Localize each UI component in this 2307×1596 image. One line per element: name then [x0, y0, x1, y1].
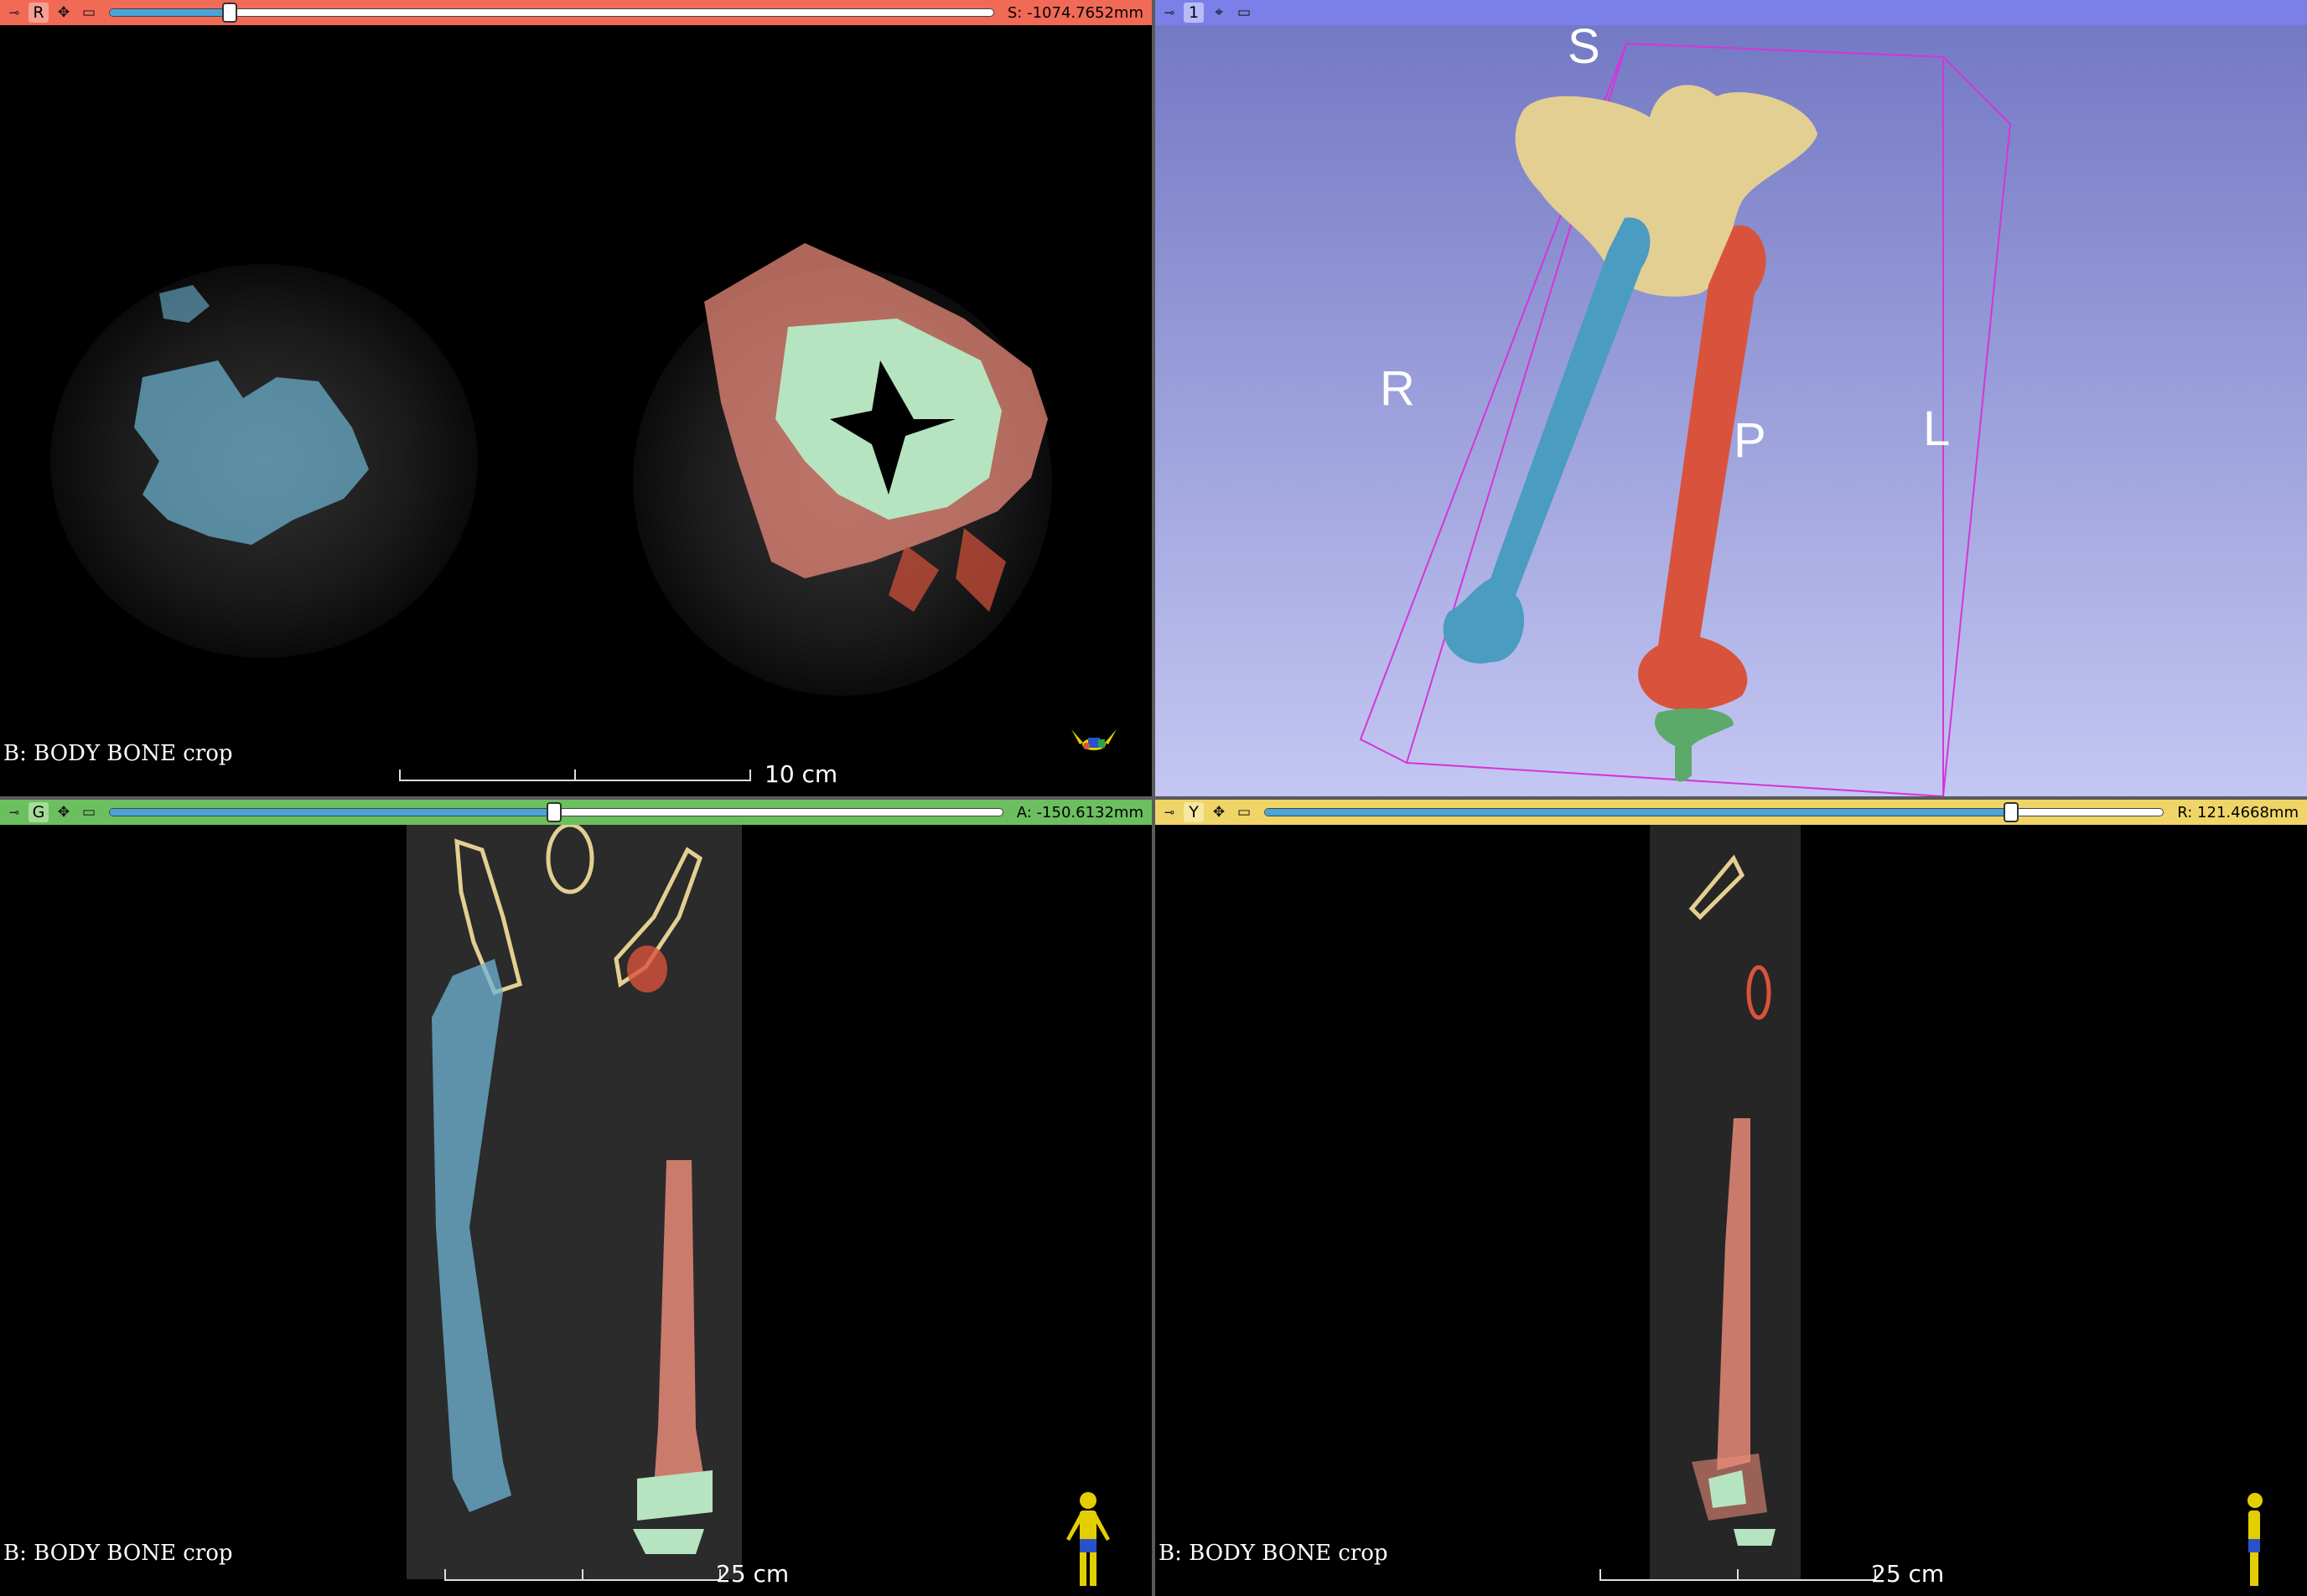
orientation-marker-icon — [1071, 729, 1117, 750]
left-femoral-head-segment — [627, 946, 667, 992]
link-icon[interactable]: ✥ — [1209, 802, 1229, 822]
pin-icon[interactable]: ⊸ — [1160, 3, 1179, 22]
slice-offset-readout: A: -150.6132mm — [1016, 803, 1143, 821]
maximize-view-icon[interactable]: ▭ — [1234, 802, 1254, 822]
red-slice-view[interactable]: ⊸ R ✥ ▭ S: -1074.7652mm B: BODY BONE cro… — [0, 0, 1152, 796]
view-letter[interactable]: Y — [1184, 802, 1204, 822]
scale-bar-tick — [749, 770, 751, 781]
left-tibia-segment — [633, 1529, 704, 1554]
slider-fill — [110, 809, 555, 816]
sagittal-slice-image — [1650, 825, 1801, 1579]
maximize-view-icon[interactable]: ▭ — [79, 802, 99, 822]
link-icon[interactable]: ✥ — [54, 3, 74, 23]
orientation-label-right: R — [1380, 361, 1415, 416]
slice-offset-readout: S: -1074.7652mm — [1007, 3, 1143, 22]
volume-label: B: BODY BONE crop — [3, 1541, 233, 1566]
green-slice-controller: ⊸ G ✥ ▭ A: -150.6132mm — [0, 800, 1152, 825]
volume-label: B: BODY BONE crop — [3, 741, 233, 766]
red-slice-controller: ⊸ R ✥ ▭ S: -1074.7652mm — [0, 0, 1152, 25]
scale-bar-label: 25 cm — [1871, 1560, 1945, 1588]
threed-render: S R L P — [1155, 19, 2307, 796]
human-orientation-icon — [1066, 1492, 1110, 1586]
pin-icon[interactable]: ⊸ — [1160, 803, 1179, 821]
bone-models — [1359, 42, 2012, 796]
volume-label: B: BODY BONE crop — [1159, 1541, 1388, 1566]
slider-fill — [110, 9, 231, 16]
scale-bar: 25 cm — [444, 1554, 789, 1588]
slider-handle[interactable] — [2003, 802, 2019, 822]
crosshair-icon[interactable]: ⌖ — [1209, 3, 1229, 23]
slider-track — [1264, 808, 2164, 816]
pin-icon[interactable]: ⊸ — [5, 3, 23, 22]
maximize-view-icon[interactable]: ▭ — [79, 3, 99, 23]
slider-fill — [1265, 809, 2011, 816]
scale-bar-tick — [399, 770, 401, 781]
slice-offset-slider[interactable] — [109, 0, 994, 25]
view-letter[interactable]: 1 — [1184, 3, 1204, 23]
four-up-layout: ⊸ R ✥ ▭ S: -1074.7652mm B: BODY BONE cro… — [0, 0, 2307, 1596]
orientation-label-posterior: P — [1734, 413, 1766, 468]
orientation-label-superior: S — [1568, 19, 1600, 74]
pelvis-model — [1515, 85, 1817, 297]
coronal-slice-image — [407, 825, 742, 1579]
link-icon[interactable]: ✥ — [54, 802, 74, 822]
tibia-model — [1655, 708, 1734, 782]
maximize-view-icon[interactable]: ▭ — [1234, 3, 1254, 23]
scale-bar-tick — [1599, 1569, 1601, 1581]
slider-track — [109, 8, 994, 17]
threed-view[interactable]: ⊸ 1 ⌖ ▭ S R L P — [1155, 0, 2307, 796]
view-letter[interactable]: R — [29, 3, 49, 23]
scale-bar: 10 cm — [399, 754, 837, 788]
view-letter[interactable]: G — [29, 802, 49, 822]
orientation-label-left: L — [1923, 402, 1951, 456]
scale-bar-tick — [1737, 1569, 1739, 1581]
threed-view-controller: ⊸ 1 ⌖ ▭ — [1155, 0, 2307, 25]
scale-bar-tick — [444, 1569, 446, 1581]
scale-bar-tick — [574, 770, 576, 781]
human-orientation-icon — [2247, 1493, 2263, 1586]
slider-handle[interactable] — [221, 3, 237, 23]
scale-bar-label: 10 cm — [765, 760, 838, 788]
scale-bar-label: 25 cm — [716, 1560, 790, 1588]
yellow-slice-view[interactable]: ⊸ Y ✥ ▭ R: 121.4668mm B: BODY BONE crop … — [1155, 800, 2307, 1596]
slice-offset-slider[interactable] — [1264, 800, 2164, 825]
pin-icon[interactable]: ⊸ — [5, 803, 23, 821]
scale-bar: 25 cm — [1599, 1554, 1944, 1588]
yellow-slice-controller: ⊸ Y ✥ ▭ R: 121.4668mm — [1155, 800, 2307, 825]
left-knee-segment — [637, 1470, 713, 1521]
green-slice-view[interactable]: ⊸ G ✥ ▭ A: -150.6132mm B: BODY BONE crop — [0, 800, 1152, 1596]
slice-offset-readout: R: 121.4668mm — [2177, 803, 2299, 821]
slice-offset-slider[interactable] — [109, 800, 1003, 825]
axial-slice-image — [50, 243, 1052, 696]
slider-handle[interactable] — [547, 802, 562, 822]
scale-bar-tick — [582, 1569, 583, 1581]
